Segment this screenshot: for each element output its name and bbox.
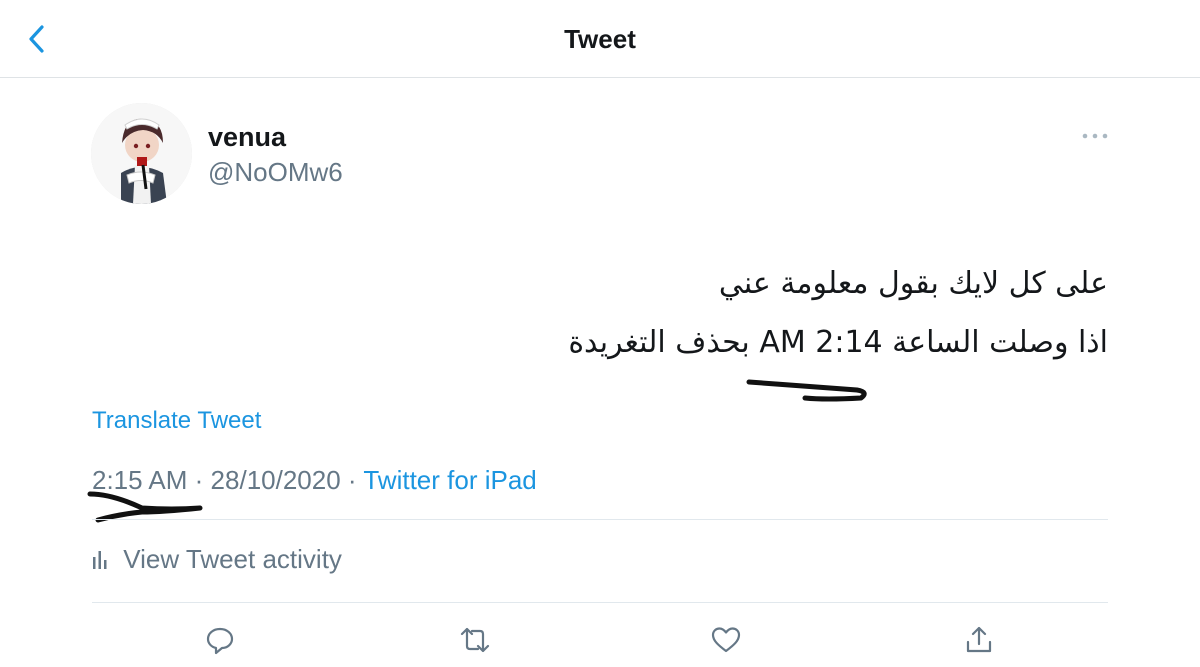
ink-underline-mark xyxy=(87,491,203,523)
retweet-icon xyxy=(460,627,490,653)
reply-button[interactable] xyxy=(204,624,236,656)
top-bar: Tweet xyxy=(0,0,1200,78)
avatar[interactable] xyxy=(91,103,192,204)
retweet-button[interactable] xyxy=(458,624,490,656)
tweet-date: 28/10/2020 xyxy=(210,465,341,495)
tweet-text: على كل لايك بقول معلومة عني اذا وصلت الس… xyxy=(388,254,1108,372)
avatar-illustration xyxy=(91,103,192,204)
heart-icon xyxy=(711,627,741,653)
reply-icon xyxy=(206,627,234,655)
like-button[interactable] xyxy=(710,624,742,656)
more-horizontal-icon xyxy=(1082,133,1108,139)
tweet-source-link[interactable]: Twitter for iPad xyxy=(363,465,536,495)
share-button[interactable] xyxy=(963,624,995,656)
more-options-button[interactable] xyxy=(1079,127,1111,145)
author-handle[interactable]: @NoOMw6 xyxy=(208,157,343,188)
translate-tweet-link[interactable]: Translate Tweet xyxy=(92,407,261,435)
page-title: Tweet xyxy=(564,24,636,54)
meta-separator: · xyxy=(347,465,357,495)
tweet-text-line-2: اذا وصلت الساعة AM 2:14 بحذف التغريدة xyxy=(568,325,1108,360)
ink-underline-mark xyxy=(746,379,867,402)
bar-chart-icon xyxy=(93,551,107,569)
share-icon xyxy=(966,626,992,653)
divider xyxy=(92,519,1108,520)
tweet-text-line-1: على كل لايك بقول معلومة عني xyxy=(718,266,1108,301)
view-tweet-activity-button[interactable]: View Tweet activity xyxy=(92,544,342,575)
author-display-name[interactable]: venua xyxy=(208,122,286,153)
view-tweet-activity-label: View Tweet activity xyxy=(123,544,342,574)
divider xyxy=(92,602,1108,603)
